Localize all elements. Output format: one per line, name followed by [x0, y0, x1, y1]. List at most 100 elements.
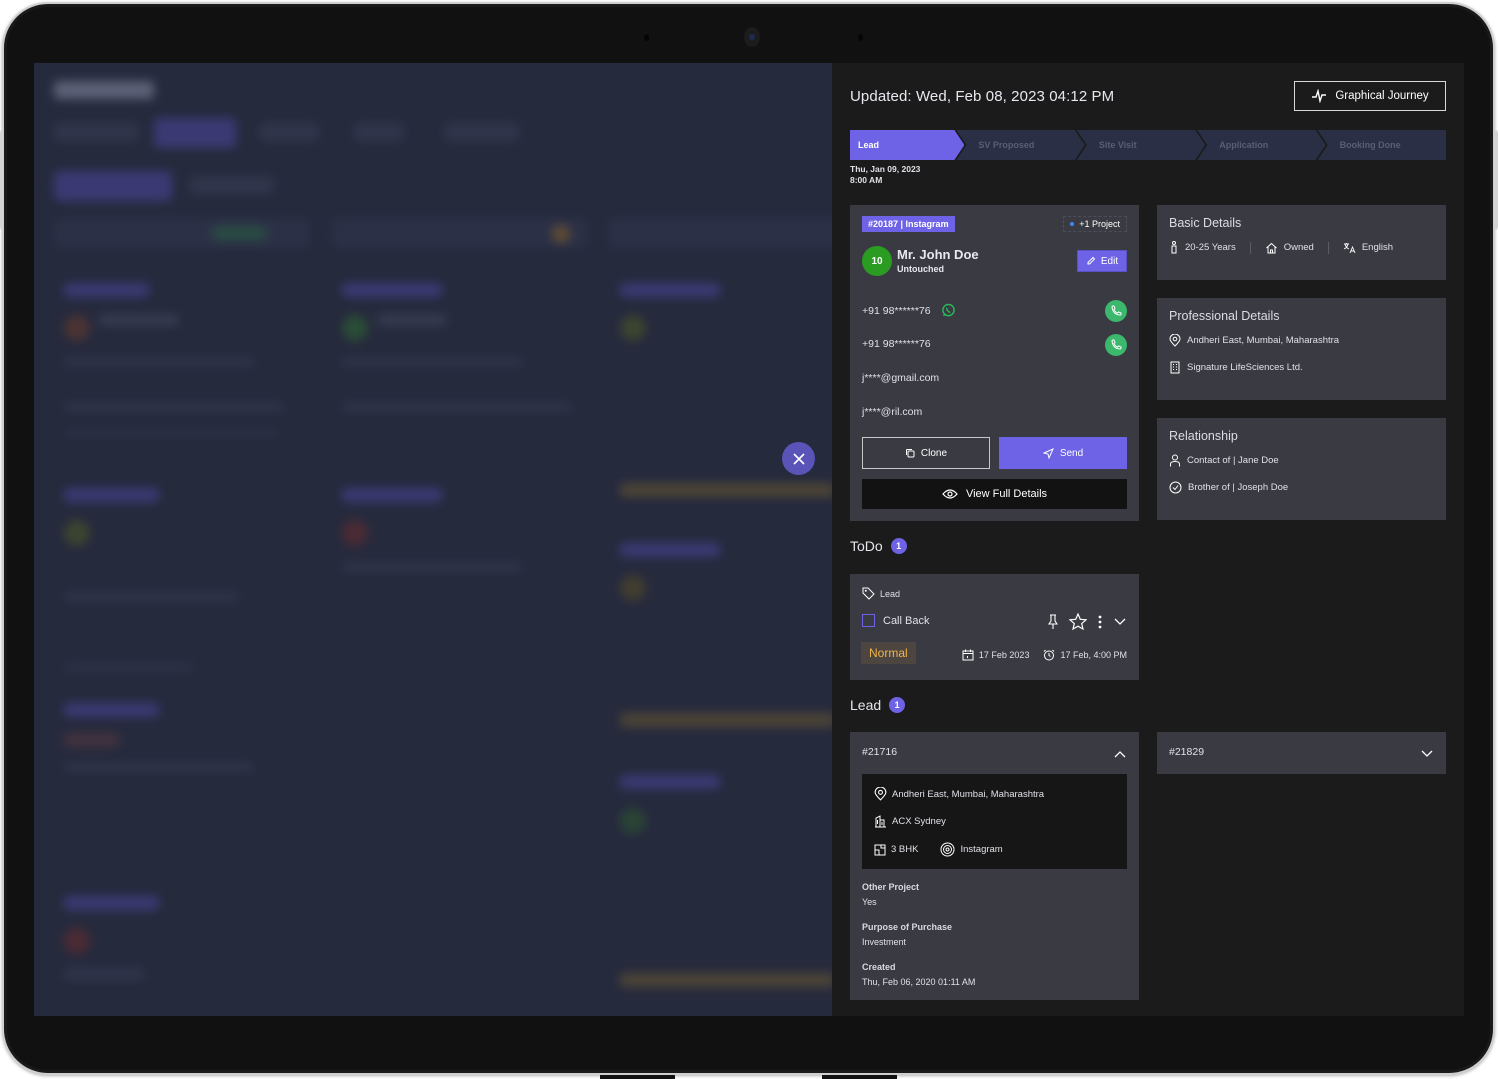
close-drawer-button[interactable] [782, 442, 815, 475]
todo-section-title: ToDo 1 [850, 538, 907, 554]
lead-status: Untouched [897, 264, 944, 274]
lead-name: Mr. John Doe [897, 247, 979, 262]
expand-lead-button[interactable] [1420, 746, 1434, 764]
star-icon [1069, 613, 1087, 630]
send-button[interactable]: Send [999, 437, 1127, 469]
chevron-down-icon [1421, 750, 1433, 757]
bg-logo [54, 81, 154, 99]
stage-label: Application [1219, 140, 1269, 150]
bottom-port [600, 1075, 675, 1079]
bg-text [99, 315, 179, 325]
relationship-title: Relationship [1169, 429, 1238, 443]
send-label: Send [1059, 447, 1084, 459]
call-button-2[interactable] [1105, 334, 1127, 356]
phone-icon [1111, 305, 1122, 316]
created-label: Created [862, 962, 896, 972]
clone-button[interactable]: Clone [862, 437, 990, 469]
collapse-lead-button[interactable] [1113, 746, 1127, 764]
pin-button[interactable] [1047, 613, 1059, 630]
stage-progress: Lead SV Proposed Site Visit Application … [850, 130, 1447, 160]
stage-booking-done[interactable]: Booking Done [1317, 130, 1447, 160]
bg-avatar [620, 575, 646, 601]
star-button[interactable] [1069, 613, 1087, 630]
lead-id-source-tag: #20187 | Instagram [862, 216, 955, 232]
camera [744, 27, 760, 47]
bg-avatar [342, 520, 368, 546]
user-icon [1170, 454, 1180, 467]
email-row-1: j****@gmail.com [862, 372, 939, 384]
phone-icon [1111, 339, 1122, 350]
lead-id[interactable]: #21829 [1169, 746, 1204, 758]
language: English [1361, 242, 1393, 253]
stage-sv-proposed[interactable]: SV Proposed [956, 130, 1084, 160]
todo-task-title: Call Back [883, 614, 930, 627]
tag-icon [862, 587, 875, 600]
bg-avatar [342, 315, 368, 341]
alarm-clock-icon [1044, 649, 1055, 661]
translate-icon [1343, 242, 1356, 253]
bg-text [342, 403, 572, 411]
side-button [0, 130, 3, 230]
bg-tag [620, 543, 720, 557]
phone-row-2: +91 98******76 [862, 338, 931, 350]
verified-badge-icon [1169, 481, 1182, 494]
bg-avatar [64, 520, 90, 546]
todo-reminder: 17 Feb, 4:00 PM [1060, 650, 1127, 660]
stage-application[interactable]: Application [1197, 130, 1325, 160]
bg-text [64, 593, 239, 601]
task-checkbox[interactable] [862, 614, 875, 627]
call-button-1[interactable] [1105, 300, 1127, 322]
professional-details-title: Professional Details [1169, 309, 1280, 323]
stage-lead[interactable]: Lead [850, 130, 964, 160]
stage-site-visit[interactable]: Site Visit [1077, 130, 1205, 160]
stage-date: Thu, Jan 09, 2023 8:00 AM [850, 164, 920, 186]
lead-accordion-collapsed[interactable]: #21829 [1157, 732, 1446, 774]
stage-date-day: Thu, Jan 09, 2023 [850, 164, 921, 174]
home-icon [1265, 242, 1277, 253]
bg-tag [64, 733, 119, 747]
bg-nav [444, 123, 519, 141]
sensor [858, 34, 863, 41]
email-address: j****@gmail.com [862, 372, 940, 384]
bg-nav [54, 123, 139, 141]
bg-tag [342, 283, 442, 297]
bg-column-header [54, 218, 309, 248]
lead-title: Lead [850, 697, 882, 713]
expand-todo-button[interactable] [1113, 617, 1127, 627]
updated-timestamp: Updated: Wed, Feb 08, 2023 04:12 PM [850, 88, 1115, 105]
bg-avatar [64, 928, 90, 954]
chevron-down-icon [1114, 618, 1126, 625]
lead-id[interactable]: #21716 [862, 746, 897, 758]
lead-accordion-expanded: #21716 Andheri East, Mumbai, Maharashtra… [850, 732, 1139, 1000]
lead-count-badge: 1 [889, 697, 906, 713]
floor-plan-icon [874, 844, 886, 855]
lead-summary-card: #20187 | Instagram +1 Project 10 Mr. Joh… [850, 205, 1139, 521]
bg-tag [620, 775, 720, 789]
pulse-icon [1312, 89, 1327, 103]
purpose-label: Purpose of Purchase [862, 922, 953, 932]
screen: Updated: Wed, Feb 08, 2023 04:12 PM Grap… [34, 63, 1464, 1016]
todo-card: Lead Call Back Normal 17 Feb 2023 17 Feb… [850, 574, 1139, 680]
bg-avatar [620, 315, 646, 341]
whatsapp-icon[interactable] [941, 303, 956, 318]
relationship-text[interactable]: Contact of | Jane Doe [1187, 455, 1279, 466]
side-button [1494, 130, 1498, 230]
relationship-card: Relationship Contact of | Jane Doe Broth… [1157, 418, 1446, 520]
clone-label: Clone [920, 447, 948, 459]
bg-text [64, 763, 254, 771]
edit-button[interactable]: Edit [1077, 250, 1127, 272]
email-address: j****@ril.com [862, 406, 923, 418]
relationship-text[interactable]: Brother of | Joseph Doe [1188, 482, 1288, 493]
bg-tag [64, 283, 149, 297]
lead-config-row: 3 BHK Instagram [874, 842, 1003, 857]
location-pin-icon [1169, 334, 1181, 347]
bg-bar [620, 713, 832, 727]
more-options-button[interactable] [1097, 614, 1103, 630]
todo-actions [1047, 613, 1127, 630]
graphical-journey-button[interactable]: Graphical Journey [1294, 81, 1446, 111]
lead-project: ACX Sydney [892, 815, 946, 827]
view-full-details-button[interactable]: View Full Details [862, 479, 1127, 509]
background-app-blurred [34, 63, 832, 1016]
basic-details-row: 20-25 Years Owned English [1169, 241, 1393, 254]
project-count-tag[interactable]: +1 Project [1063, 216, 1127, 232]
